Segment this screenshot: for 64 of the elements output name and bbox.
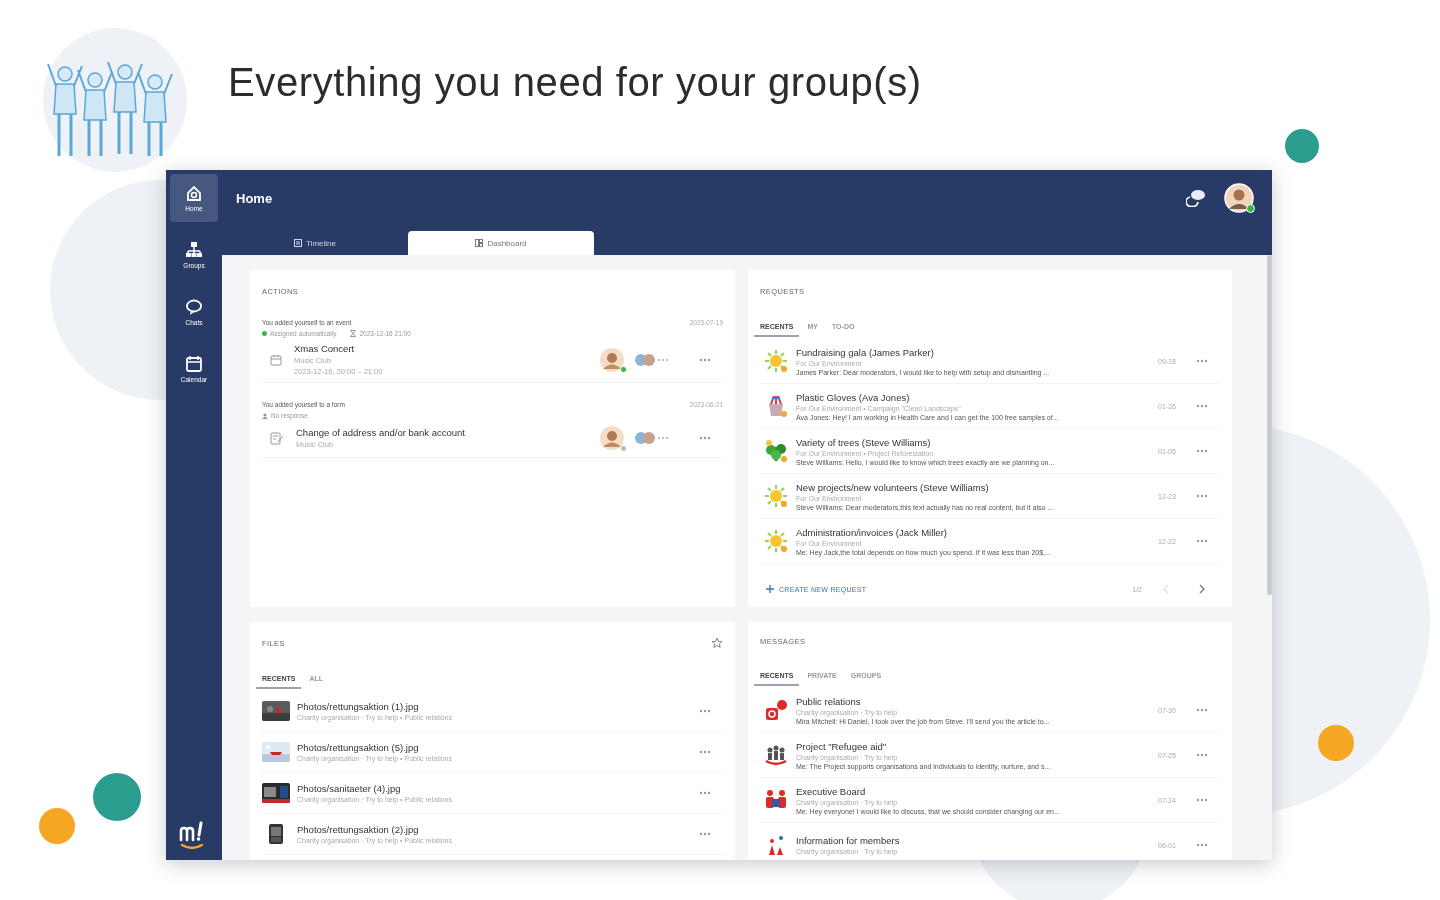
tab[interactable]: Timeline bbox=[222, 231, 408, 255]
user-avatar[interactable] bbox=[1224, 183, 1254, 213]
item-title: Administration/invoices (Jack Miller) bbox=[796, 526, 948, 538]
file-name: Photos/rettungsaktion (2).jpg bbox=[297, 824, 420, 835]
more-icon[interactable] bbox=[1196, 798, 1208, 802]
status-dot bbox=[262, 331, 267, 336]
member-avatar bbox=[599, 425, 625, 451]
form-icon bbox=[270, 431, 284, 445]
dot-decoration bbox=[93, 773, 141, 821]
more-icon[interactable] bbox=[699, 709, 711, 713]
item-title: Plastic Gloves (Ava Jones) bbox=[796, 391, 911, 403]
file-name: Photos/rettungsaktion (1).jpg bbox=[297, 701, 420, 712]
more-icon[interactable] bbox=[1196, 843, 1208, 847]
scrollbar[interactable] bbox=[1267, 255, 1272, 595]
item-title: Public relations bbox=[796, 695, 862, 707]
megaphone-icon bbox=[764, 698, 788, 722]
member-avatar bbox=[599, 346, 625, 373]
item-title: Executive Board bbox=[796, 785, 867, 797]
more-icon[interactable] bbox=[699, 750, 711, 754]
dot-decoration bbox=[1285, 129, 1319, 163]
list-icon bbox=[294, 239, 303, 247]
more-icon[interactable] bbox=[1196, 494, 1208, 498]
next-page-icon[interactable] bbox=[1198, 584, 1206, 594]
headline: Everything you need for your group(s) bbox=[228, 60, 922, 105]
more-icon[interactable] bbox=[1196, 404, 1208, 408]
event-title: Change of address and/or bank account bbox=[296, 427, 466, 438]
more-icon[interactable] bbox=[1196, 708, 1208, 712]
person-icon bbox=[262, 412, 268, 419]
more-icon[interactable] bbox=[1196, 539, 1208, 543]
file-name: Photos/rettungsaktion (5).jpg bbox=[297, 742, 420, 753]
item-title: Project "Refugee aid" bbox=[796, 740, 888, 752]
chat-bubbles-icon[interactable] bbox=[1186, 189, 1206, 207]
home-icon bbox=[185, 184, 203, 202]
star-icon[interactable] bbox=[711, 637, 723, 649]
people-icon bbox=[764, 743, 788, 767]
sun-icon bbox=[764, 349, 788, 373]
group-avatars-icon bbox=[635, 352, 669, 367]
more-icon[interactable] bbox=[699, 832, 711, 836]
dot-decoration bbox=[39, 808, 75, 844]
plus-icon bbox=[766, 585, 774, 593]
page-title: Home bbox=[236, 190, 274, 206]
item-title: New projects/new volunteers (Steve Williams) bbox=[796, 481, 990, 493]
more-icon[interactable] bbox=[699, 436, 711, 440]
chat-icon bbox=[185, 298, 203, 316]
item-title: Information for members bbox=[796, 835, 901, 846]
more-icon[interactable] bbox=[699, 791, 711, 795]
org-chart-icon bbox=[185, 241, 203, 259]
hourglass-icon bbox=[350, 330, 357, 337]
sun-icon bbox=[764, 529, 788, 553]
group-avatars-icon bbox=[635, 431, 669, 445]
more-icon[interactable] bbox=[1196, 359, 1208, 363]
more-icon[interactable] bbox=[1196, 753, 1208, 757]
more-icon[interactable] bbox=[699, 357, 711, 362]
grid-icon bbox=[475, 239, 484, 247]
event-title: Xmas Concert bbox=[294, 343, 356, 354]
calendar-icon bbox=[270, 353, 282, 366]
item-title: Variety of trees (Steve Williams) bbox=[796, 436, 932, 448]
tab[interactable]: Dashboard bbox=[408, 231, 594, 255]
sun-icon bbox=[764, 484, 788, 508]
file-name: Photos/sanitaeter (4).jpg bbox=[297, 783, 402, 794]
item-title: Fundraising gala (James Parker) bbox=[796, 346, 935, 358]
calendar-icon bbox=[185, 355, 203, 373]
plant-icon bbox=[764, 439, 788, 463]
more-icon[interactable] bbox=[1196, 449, 1208, 453]
